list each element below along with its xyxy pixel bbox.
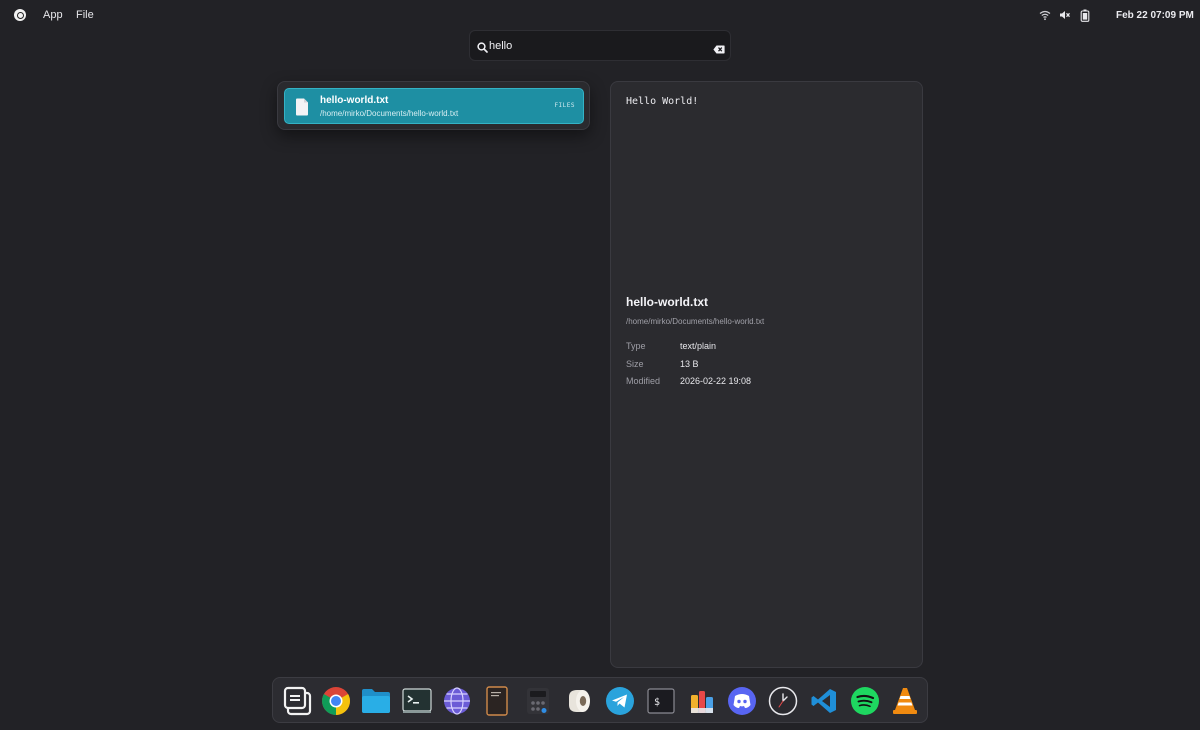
telegram-icon[interactable] xyxy=(604,685,636,717)
meta-value: 13 B xyxy=(680,359,699,369)
shell-icon[interactable]: $ xyxy=(645,685,677,717)
search-bar xyxy=(469,30,731,61)
preview-file-name: hello-world.txt xyxy=(626,295,708,309)
notes-icon[interactable] xyxy=(481,685,513,717)
files-icon[interactable] xyxy=(360,685,392,717)
preview-file-path: /home/mirko/Documents/hello-world.txt xyxy=(626,317,765,326)
result-name: hello-world.txt xyxy=(320,95,389,106)
discord-icon[interactable] xyxy=(726,685,758,717)
spotify-icon[interactable] xyxy=(849,685,881,717)
paint-icon[interactable] xyxy=(686,685,718,717)
meta-label: Size xyxy=(626,359,644,369)
search-icon xyxy=(477,40,488,58)
battery-icon[interactable] xyxy=(1080,8,1090,22)
meta-label: Modified xyxy=(626,376,661,386)
launcher-icon[interactable] xyxy=(282,685,314,717)
clock[interactable]: Feb 22 07:09 PM xyxy=(1116,10,1194,21)
preview-panel: Hello World! hello-world.txt /home/mirko… xyxy=(610,81,923,668)
vlc-icon[interactable] xyxy=(889,685,921,717)
file-icon xyxy=(295,98,309,121)
clock-icon[interactable] xyxy=(767,685,799,717)
result-category-badge: FILES xyxy=(554,102,575,109)
meta-value: 2026-02-22 19:08 xyxy=(680,376,752,386)
menu-app[interactable]: App xyxy=(43,9,63,21)
terminal-icon[interactable] xyxy=(401,685,433,717)
backspace-icon[interactable] xyxy=(713,41,725,59)
dock: $ xyxy=(272,677,928,723)
svg-text:$: $ xyxy=(654,697,660,708)
calculator-icon[interactable] xyxy=(522,685,554,717)
menu-file[interactable]: File xyxy=(76,9,94,21)
results-list: hello-world.txt /home/mirko/Documents/he… xyxy=(277,81,590,130)
vscode-icon[interactable] xyxy=(808,685,840,717)
volume-muted-icon[interactable] xyxy=(1059,8,1071,22)
result-path: /home/mirko/Documents/hello-world.txt xyxy=(320,109,459,118)
system-logo-icon[interactable] xyxy=(14,9,26,21)
top-bar: App File Feb 22 07:09 PM xyxy=(0,0,1200,30)
toilet-paper-icon[interactable] xyxy=(563,685,595,717)
meta-value: text/plain xyxy=(680,341,717,351)
browser-globe-icon[interactable] xyxy=(441,685,473,717)
wifi-icon[interactable] xyxy=(1039,8,1051,22)
search-input[interactable] xyxy=(489,37,699,55)
preview-file-content: Hello World! xyxy=(626,96,699,107)
result-item[interactable]: hello-world.txt /home/mirko/Documents/he… xyxy=(284,88,584,124)
meta-label: Type xyxy=(626,341,646,351)
chrome-icon[interactable] xyxy=(320,685,352,717)
